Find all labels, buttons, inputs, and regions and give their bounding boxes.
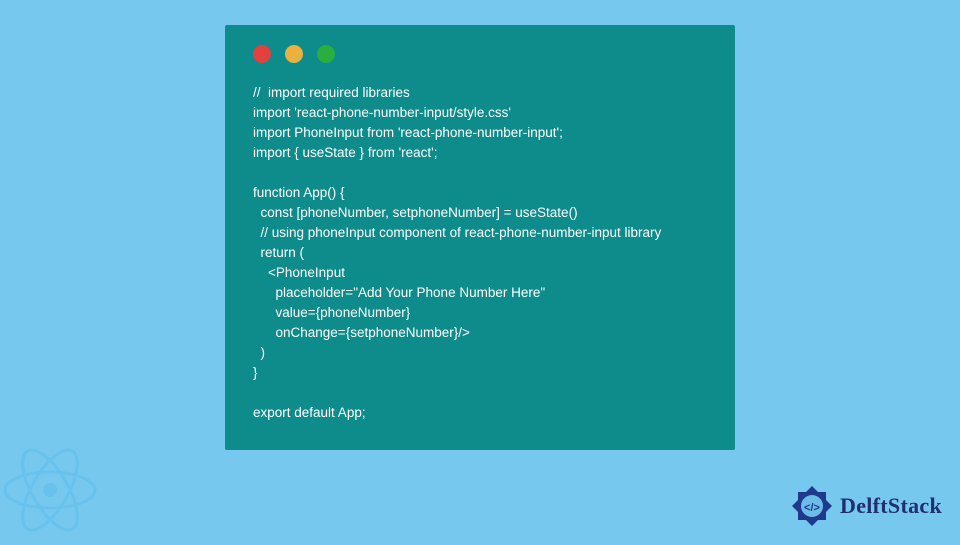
brand-emblem-icon: </> [790,484,834,528]
brand-name: DelftStack [840,493,942,519]
code-window: // import required libraries import 'rea… [225,25,735,450]
minimize-icon [285,45,303,63]
svg-text:</>: </> [804,502,820,514]
code-block: // import required libraries import 'rea… [225,63,735,423]
brand-logo: </> DelftStack [790,484,942,528]
close-icon [253,45,271,63]
traffic-lights [225,25,735,63]
react-watermark-icon [0,440,105,545]
maximize-icon [317,45,335,63]
